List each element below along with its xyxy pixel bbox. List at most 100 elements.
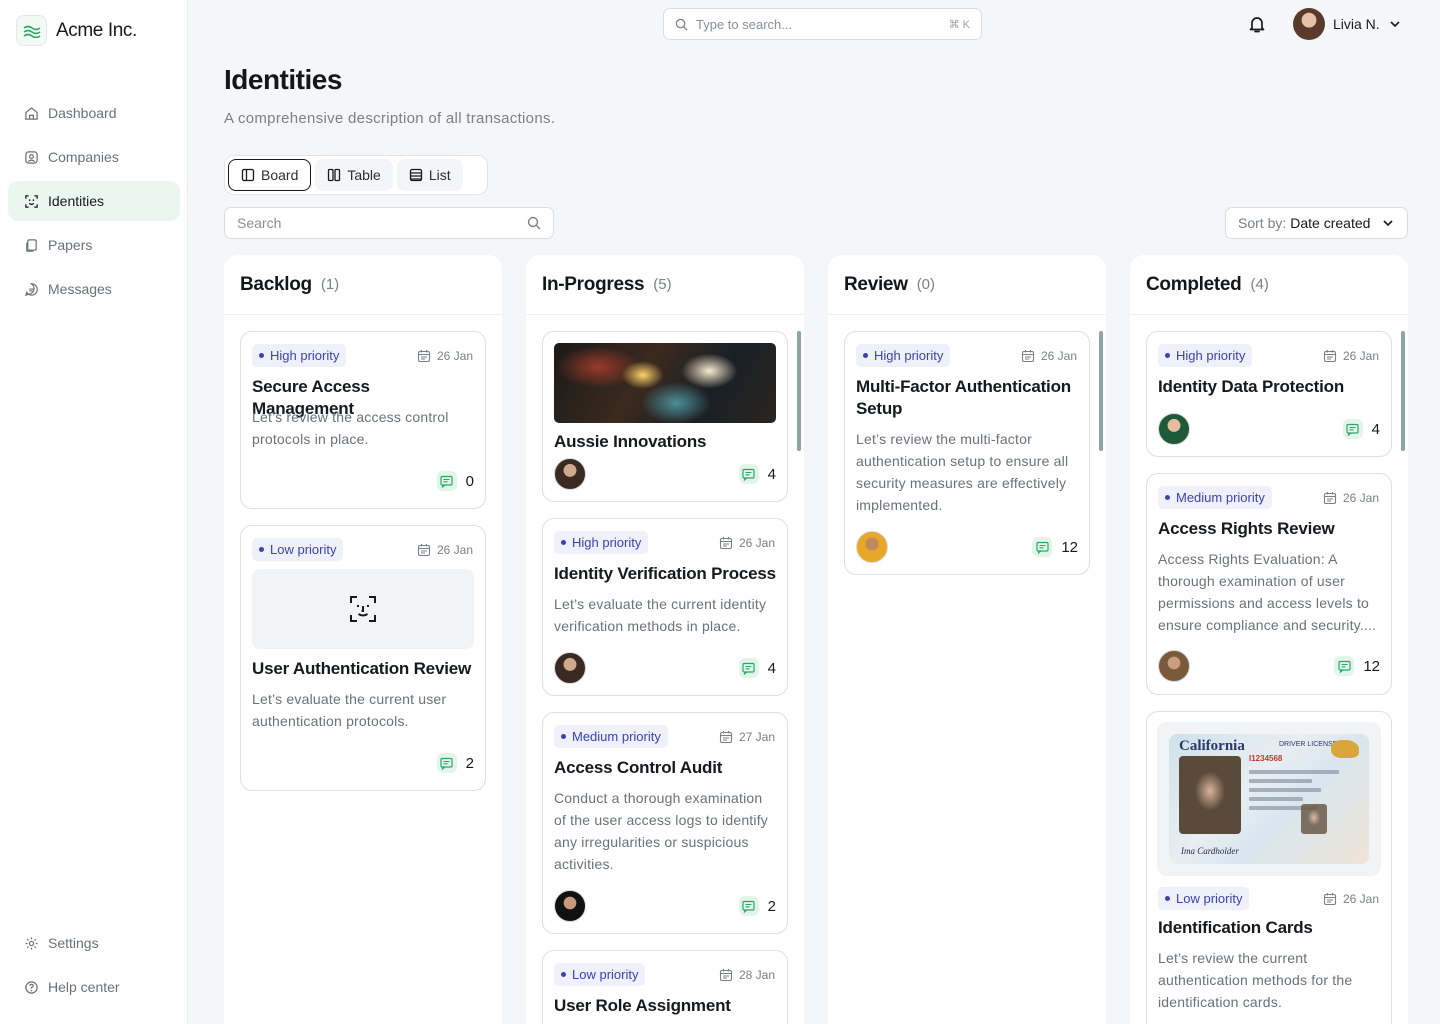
tab-table[interactable]: Table [315, 159, 393, 191]
comment-count[interactable]: 4 [738, 658, 776, 678]
message-icon [24, 282, 38, 296]
calendar-icon [719, 730, 733, 743]
list-icon [409, 168, 422, 182]
task-card[interactable]: Medium priority 26 Jan Access Rights Rev… [1146, 473, 1392, 695]
sidebar-item-papers[interactable]: Papers [8, 225, 180, 265]
search-placeholder: Type to search... [696, 16, 793, 32]
due-date: 26 Jan [1323, 349, 1379, 363]
card-title: User Role Assignment [554, 996, 731, 1015]
sort-dropdown[interactable]: Sort by: Date created [1225, 207, 1408, 239]
comment-icon [1346, 423, 1359, 436]
due-date: 26 Jan [719, 536, 775, 550]
avatar [856, 531, 888, 563]
board-search-input[interactable] [237, 215, 527, 231]
column-review: Review (0) High priority 26 Jan Multi-Fa… [828, 255, 1106, 1024]
column-count: (5) [653, 276, 672, 293]
comment-count[interactable]: 12 [1334, 656, 1380, 676]
tab-label: Board [261, 167, 299, 183]
task-card[interactable]: Low priority 26 Jan User Authentication … [240, 525, 486, 791]
chevron-down-icon [1383, 220, 1393, 227]
comment-icon [440, 757, 453, 770]
comment-count[interactable]: 4 [738, 464, 776, 484]
task-card[interactable]: High priority 26 Jan Secure Access Manag… [240, 331, 486, 509]
task-card[interactable]: Medium priority 27 Jan Access Control Au… [542, 712, 788, 934]
chevron-down-icon [1390, 21, 1400, 28]
column-scrollbar[interactable] [797, 331, 801, 451]
sidebar-item-identities[interactable]: Identities [8, 181, 180, 221]
due-date: 26 Jan [417, 543, 473, 557]
tab-list[interactable]: List [396, 159, 463, 191]
page-subtitle: A comprehensive description of all trans… [224, 110, 556, 127]
card-image [554, 343, 776, 423]
task-card[interactable]: High priority 26 Jan Identity Verificati… [542, 518, 788, 696]
brand-logo-icon [16, 15, 47, 46]
card-title: Aussie Innovations [554, 432, 707, 451]
column-title: Review [844, 273, 908, 295]
priority-badge: High priority [1158, 344, 1253, 367]
task-card[interactable]: Low priority 28 Jan User Role Assignment [542, 950, 788, 1024]
priority-badge: High priority [554, 531, 649, 554]
sidebar-bottom-nav: Settings Help center [8, 923, 180, 1011]
column-title: Completed [1146, 273, 1242, 295]
task-card[interactable]: High priority 26 Jan Multi-Factor Authen… [844, 331, 1090, 575]
card-image: California DRIVER LICENSE I1234568 Ima C… [1157, 722, 1381, 876]
sidebar-item-label: Settings [48, 935, 99, 951]
bell-icon[interactable] [1246, 13, 1268, 35]
sort-label: Sort by: [1238, 215, 1287, 231]
sidebar-item-dashboard[interactable]: Dashboard [8, 93, 180, 133]
companies-icon [25, 150, 38, 164]
sidebar-nav: Dashboard Companies Identities Papers Me… [8, 93, 180, 313]
column-count: (4) [1250, 276, 1269, 293]
search-shortcut: ⌘ K [948, 18, 970, 31]
sidebar-item-label: Identities [48, 193, 105, 209]
calendar-icon [1323, 491, 1337, 504]
task-card[interactable]: California DRIVER LICENSE I1234568 Ima C… [1146, 711, 1392, 1024]
sidebar-item-messages[interactable]: Messages [8, 269, 180, 309]
sidebar-item-label: Papers [48, 237, 93, 253]
comment-count[interactable]: 12 [1032, 537, 1078, 557]
priority-badge: Low priority [252, 538, 344, 561]
card-title: Multi-Factor Authentication Setup [856, 377, 1071, 418]
calendar-icon [719, 968, 733, 981]
priority-badge: High priority [856, 344, 951, 367]
driver-license-image: California DRIVER LICENSE I1234568 Ima C… [1169, 734, 1369, 864]
comment-count[interactable]: 2 [738, 896, 776, 916]
brand[interactable]: Acme Inc. [16, 15, 137, 46]
card-title: User Authentication Review [252, 659, 471, 678]
sidebar-item-label: Messages [48, 281, 112, 297]
priority-badge: Medium priority [1158, 486, 1272, 509]
avatar [554, 458, 586, 490]
sidebar-item-companies[interactable]: Companies [8, 137, 180, 177]
priority-badge: Medium priority [554, 725, 668, 748]
comment-count[interactable]: 0 [436, 471, 474, 491]
task-card[interactable]: High priority 26 Jan Identity Data Prote… [1146, 331, 1392, 457]
avatar [554, 652, 586, 684]
calendar-icon [719, 536, 733, 549]
card-description: Let’s evaluate the current identity veri… [554, 596, 767, 634]
due-date: 26 Jan [1323, 892, 1379, 906]
column-header: Review (0) [828, 255, 1106, 315]
papers-icon [26, 238, 37, 252]
view-switcher: Board Table List [224, 155, 488, 195]
sort-value: Date created [1290, 215, 1371, 231]
card-title: Identity Data Protection [1158, 377, 1345, 396]
tab-board[interactable]: Board [228, 159, 312, 191]
sidebar-item-settings[interactable]: Settings [8, 923, 180, 963]
comment-count[interactable]: 2 [436, 753, 474, 773]
page-title: Identities [224, 64, 342, 95]
search-icon [675, 18, 688, 31]
avatar [1293, 8, 1325, 40]
user-menu[interactable]: Livia N. [1293, 8, 1402, 40]
sidebar-item-help-center[interactable]: Help center [8, 967, 180, 1007]
global-search-input[interactable]: Type to search... ⌘ K [663, 8, 982, 40]
calendar-icon [1021, 349, 1035, 362]
due-date: 26 Jan [417, 349, 473, 363]
column-scrollbar[interactable] [1099, 331, 1103, 451]
task-card[interactable]: Aussie Innovations 4 [542, 331, 788, 502]
column-completed: Completed (4) High priority 26 Jan Ident… [1130, 255, 1408, 1024]
column-scrollbar[interactable] [1401, 331, 1405, 451]
card-title: Access Control Audit [554, 758, 723, 777]
search-icon[interactable] [527, 216, 541, 230]
comment-count[interactable]: 4 [1342, 419, 1380, 439]
due-date: 28 Jan [719, 968, 775, 982]
